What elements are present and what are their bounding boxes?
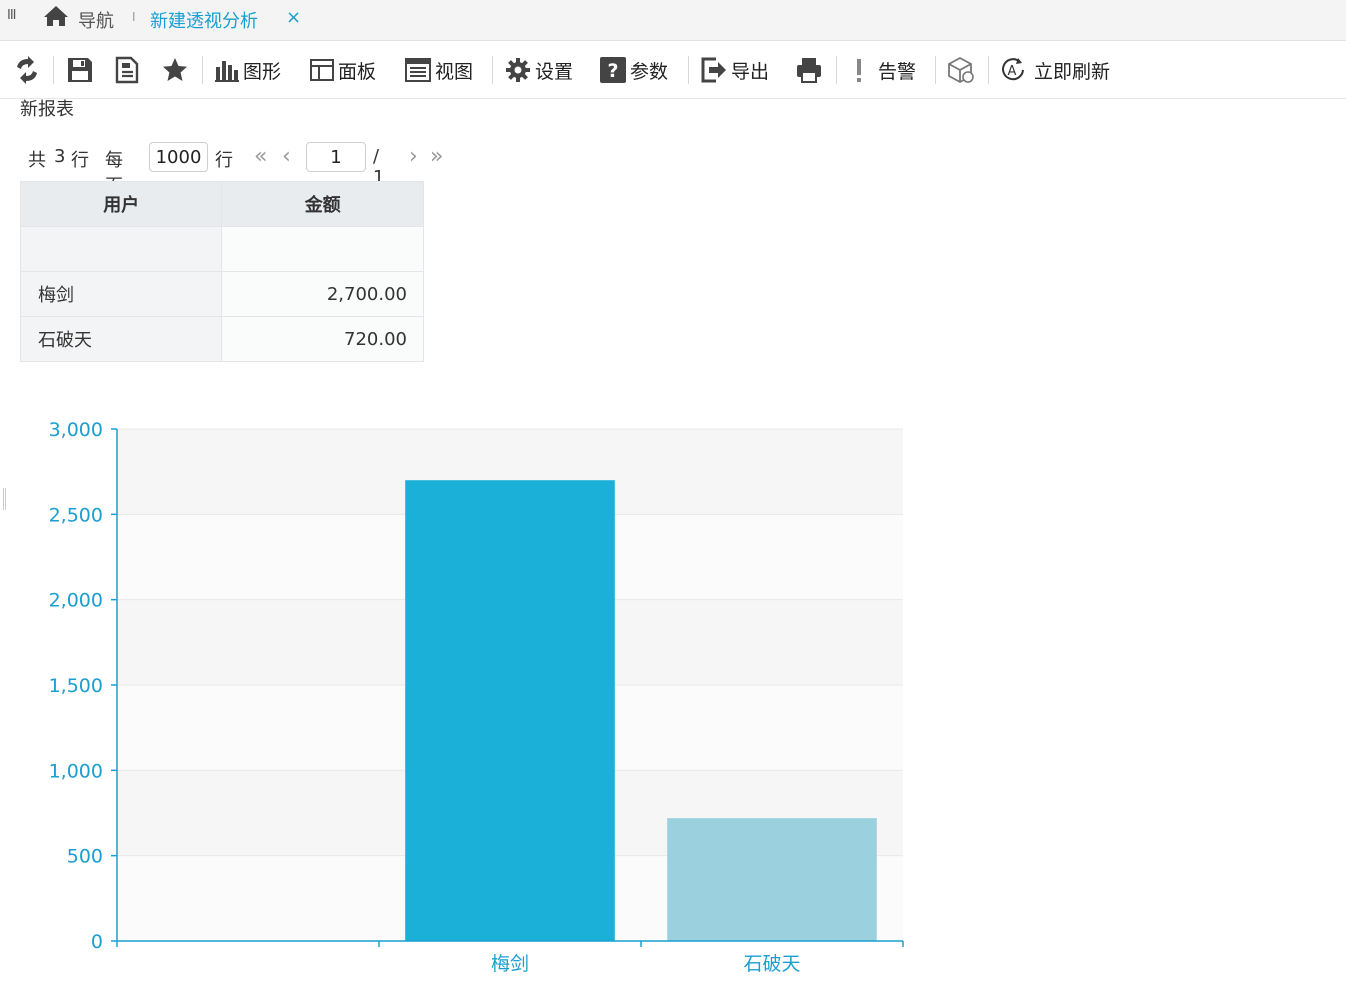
y-tick-label: 1,500 bbox=[49, 675, 103, 697]
next-page-icon[interactable]: › bbox=[409, 144, 418, 169]
bar-梅剑 bbox=[405, 480, 615, 941]
y-tick-label: 500 bbox=[67, 846, 103, 868]
toolbar: 图形 面板 视图 设置 ? 参数 导出 告警 A 立即刷新 bbox=[0, 42, 1346, 99]
refresh-icon bbox=[17, 56, 37, 84]
x-tick-label: 石破天 bbox=[743, 953, 800, 975]
user-cell bbox=[19, 226, 223, 272]
tab-bar: III 导航 I 新建透视分析 × bbox=[0, 0, 1346, 41]
home-icon[interactable] bbox=[43, 4, 69, 28]
page-size-input[interactable] bbox=[149, 142, 208, 172]
close-tab-icon[interactable]: × bbox=[286, 7, 301, 28]
print-button[interactable] bbox=[795, 54, 823, 86]
export-icon bbox=[701, 57, 726, 83]
save-as-button[interactable] bbox=[114, 54, 142, 86]
params-button[interactable]: ? 参数 bbox=[599, 54, 668, 86]
printer-icon bbox=[797, 58, 821, 83]
table-row: 石破天 720.00 bbox=[19, 316, 424, 362]
tab-new-pivot-analysis[interactable]: 新建透视分析 bbox=[150, 7, 258, 33]
amount-cell bbox=[221, 226, 424, 272]
last-page-icon[interactable]: » bbox=[430, 144, 443, 169]
save-icon bbox=[68, 58, 92, 82]
total-prefix: 共 bbox=[28, 150, 46, 171]
refresh-now-label: 立即刷新 bbox=[1034, 60, 1111, 83]
total-rows: 3 bbox=[54, 146, 66, 167]
auto-refresh-icon: A bbox=[1002, 58, 1024, 81]
view-icon bbox=[405, 58, 431, 82]
y-tick-label: 3,000 bbox=[49, 419, 103, 441]
params-button-label: 参数 bbox=[630, 60, 669, 83]
panel-layout-icon bbox=[310, 59, 334, 81]
export-button[interactable]: 导出 bbox=[700, 54, 769, 86]
save-button[interactable] bbox=[66, 54, 94, 86]
chart-button-label: 图形 bbox=[243, 60, 282, 83]
refresh-now-button[interactable]: A 立即刷新 bbox=[1000, 54, 1110, 86]
svg-text:A: A bbox=[1008, 64, 1017, 79]
table-row: 梅剑 2,700.00 bbox=[19, 271, 424, 317]
per-page-suffix: 行 bbox=[215, 150, 233, 171]
user-cell: 石破天 bbox=[19, 316, 223, 362]
y-tick-label: 2,500 bbox=[49, 504, 103, 526]
menu-toggle-icon[interactable]: III bbox=[7, 8, 16, 23]
cube-button[interactable] bbox=[947, 54, 975, 86]
settings-button-label: 设置 bbox=[535, 60, 574, 83]
column-header-user[interactable]: 用户 bbox=[19, 181, 223, 227]
export-button-label: 导出 bbox=[731, 60, 770, 83]
exclamation-icon bbox=[857, 59, 861, 82]
data-table: 用户 金额 梅剑 2,700.00 石破天 720.00 bbox=[19, 181, 424, 362]
help-param-icon: ? bbox=[600, 57, 626, 83]
first-page-icon[interactable]: « bbox=[254, 144, 267, 169]
nav-link[interactable]: 导航 bbox=[78, 7, 114, 33]
copy-document-icon bbox=[115, 56, 139, 84]
svg-text:?: ? bbox=[607, 60, 618, 82]
y-tick-label: 2,000 bbox=[49, 590, 103, 612]
user-cell: 梅剑 bbox=[19, 271, 223, 317]
current-page-input[interactable] bbox=[306, 142, 366, 172]
x-tick-label: 梅剑 bbox=[491, 953, 529, 975]
chart-button[interactable]: 图形 bbox=[214, 54, 281, 86]
table-row bbox=[19, 226, 424, 272]
settings-button[interactable]: 设置 bbox=[504, 54, 573, 86]
y-tick-label: 0 bbox=[91, 931, 103, 953]
gear-icon bbox=[506, 58, 530, 82]
tab-separator: I bbox=[132, 10, 136, 24]
bar-chart: 0 500 1,000 1,500 2,000 2,500 3,000 梅剑 石破天 bbox=[49, 419, 904, 975]
report-title: 新报表 bbox=[20, 99, 74, 120]
favorite-button[interactable] bbox=[161, 54, 189, 86]
bar-chart-icon bbox=[215, 61, 239, 82]
alert-button-label: 告警 bbox=[878, 60, 917, 83]
cube-link-icon bbox=[948, 56, 974, 84]
prev-page-icon[interactable]: ‹ bbox=[282, 144, 291, 169]
view-button[interactable]: 视图 bbox=[404, 54, 473, 86]
amount-cell: 720.00 bbox=[221, 316, 424, 362]
y-tick-label: 1,000 bbox=[49, 760, 103, 782]
star-icon bbox=[163, 58, 187, 81]
view-button-label: 视图 bbox=[435, 60, 474, 83]
panel-button[interactable]: 面板 bbox=[309, 54, 376, 86]
alert-button[interactable]: 告警 bbox=[852, 54, 916, 86]
bar-石破天 bbox=[667, 818, 877, 941]
refresh-button[interactable] bbox=[14, 54, 40, 86]
column-header-amount[interactable]: 金额 bbox=[221, 181, 424, 227]
amount-cell: 2,700.00 bbox=[221, 271, 424, 317]
total-suffix: 行 bbox=[71, 150, 89, 171]
panel-button-label: 面板 bbox=[338, 60, 377, 83]
